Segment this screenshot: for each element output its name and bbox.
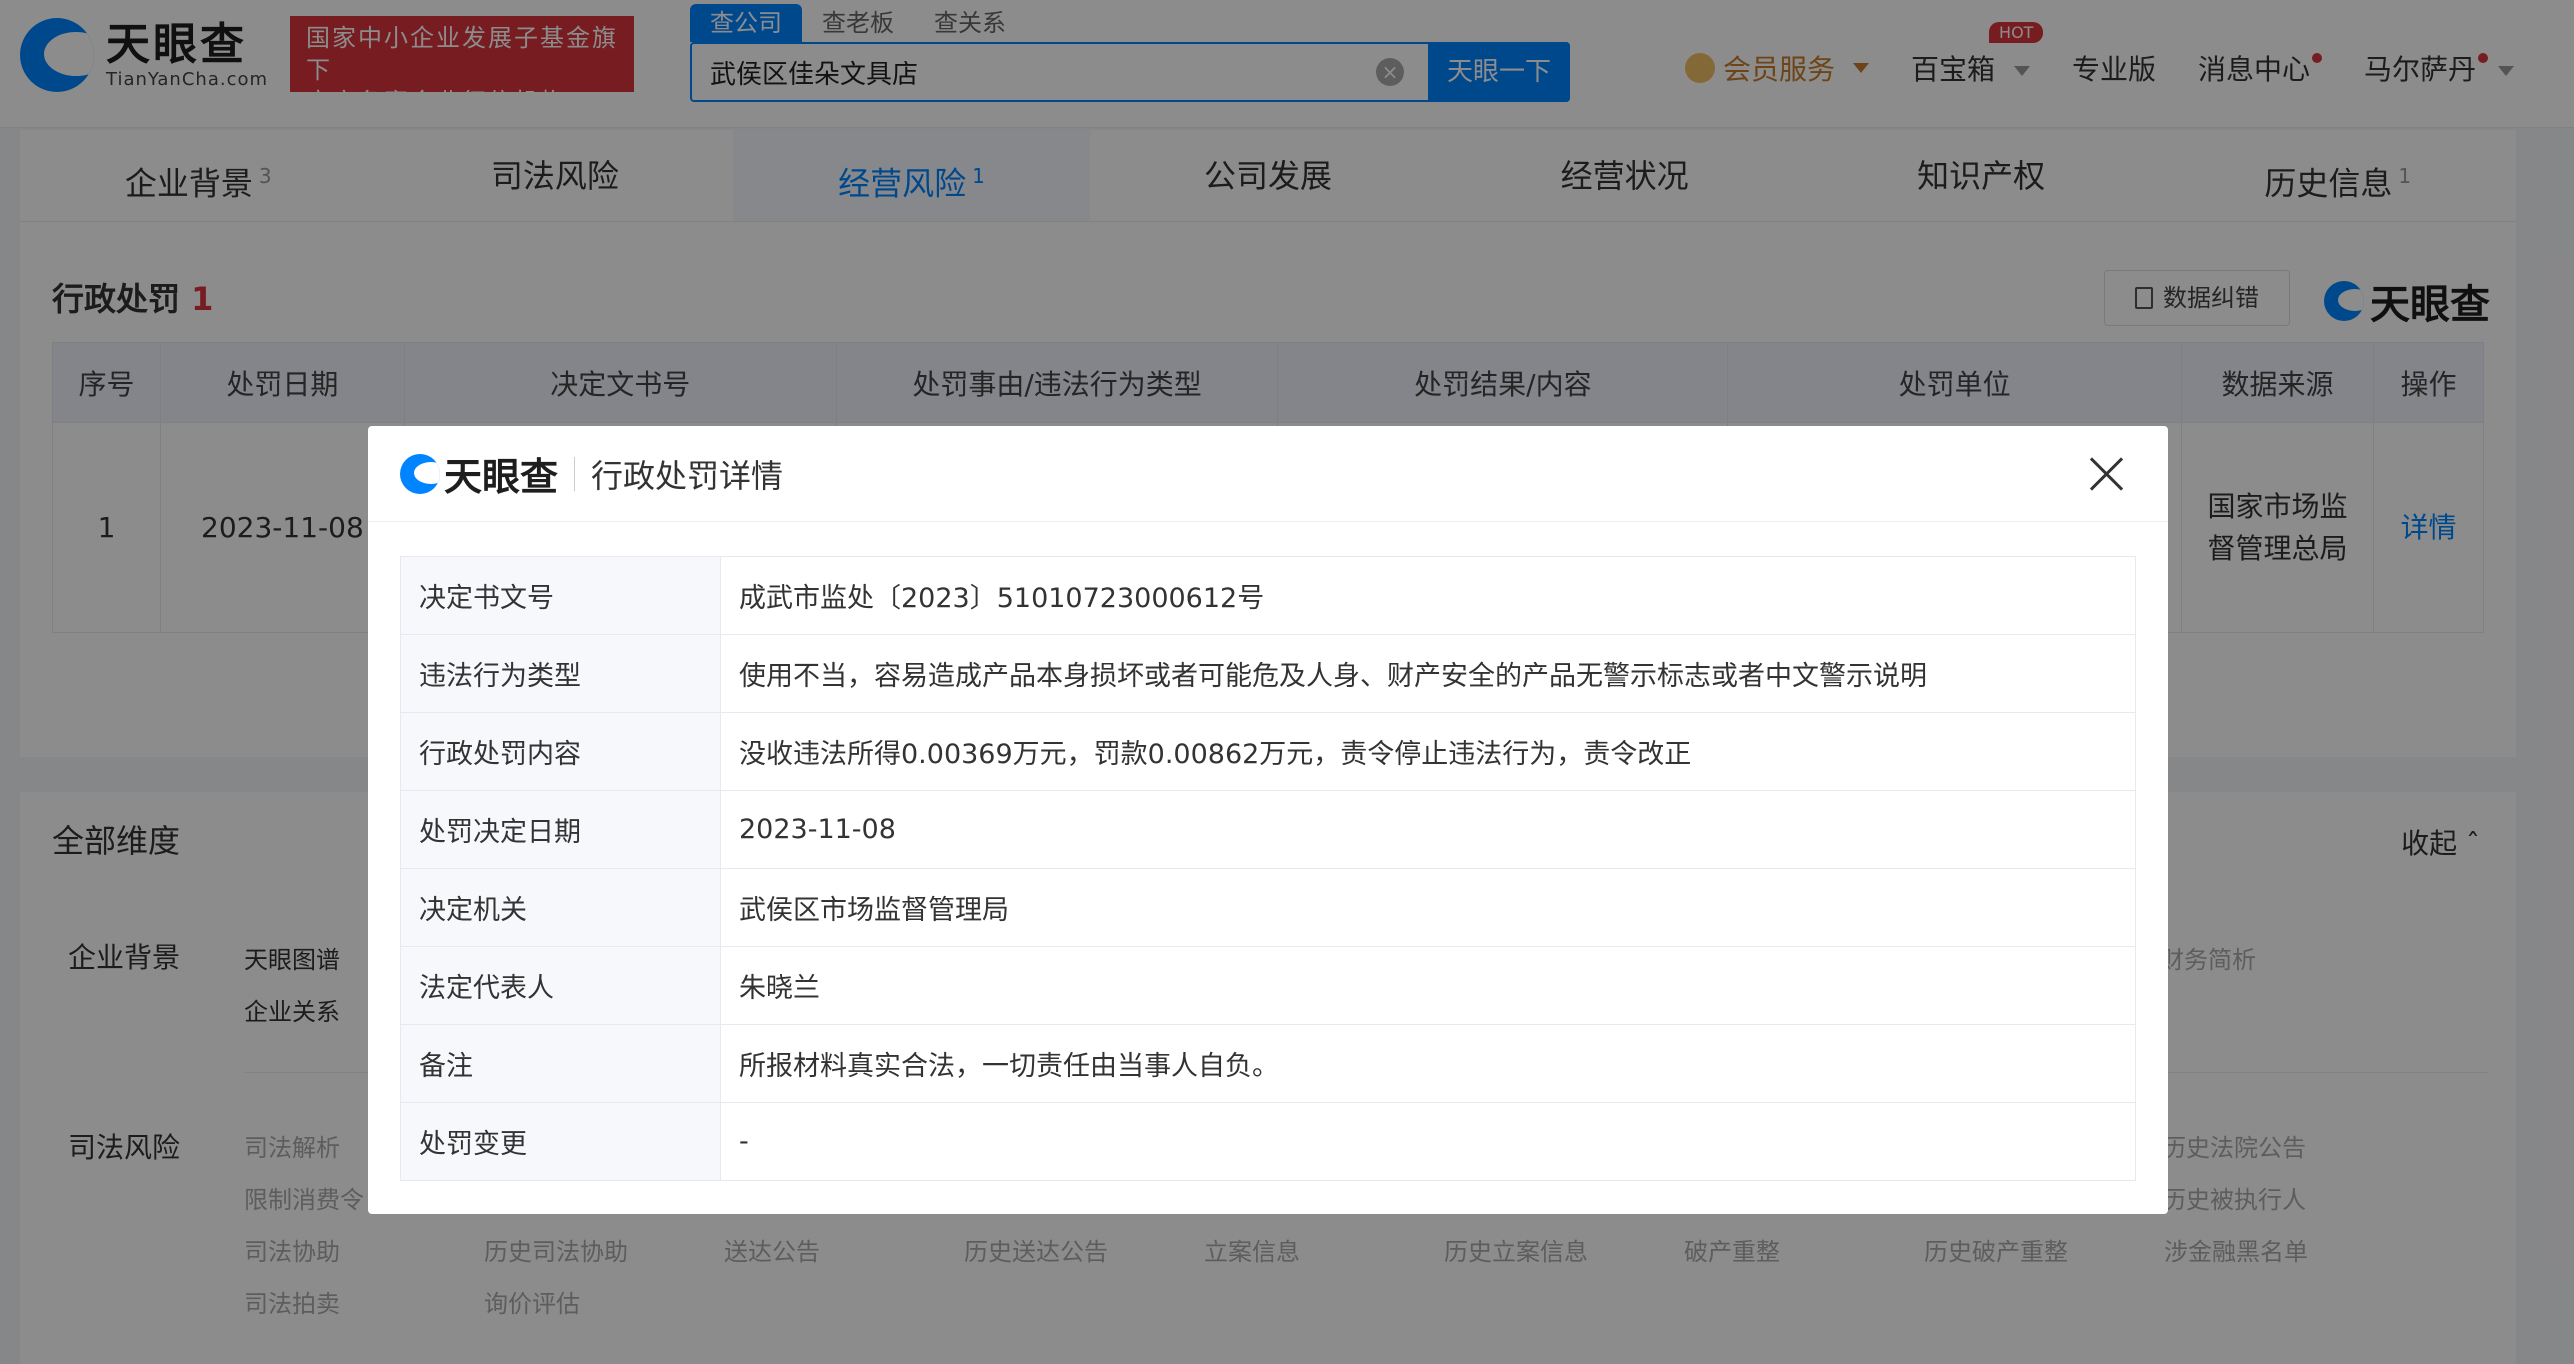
modal-title: 行政处罚详情: [591, 456, 784, 495]
divider: [574, 456, 576, 491]
field-value: 没收违法所得0.00369万元，罚款0.00862万元，责令停止违法行为，责令改…: [720, 712, 2136, 791]
table-row: 决定机关 武侯区市场监督管理局: [400, 868, 2136, 947]
field-label: 违法行为类型: [400, 634, 721, 713]
field-value: 所报材料真实合法，一切责任由当事人自负。: [720, 1024, 2136, 1103]
modal-logo-text: 天眼查: [444, 455, 559, 499]
field-label: 法定代表人: [400, 946, 721, 1025]
field-label: 处罚变更: [400, 1102, 721, 1181]
table-row: 违法行为类型 使用不当，容易造成产品本身损坏或者可能危及人身、财产安全的产品无警示…: [400, 634, 2136, 713]
table-row: 备注 所报材料真实合法，一切责任由当事人自负。: [400, 1024, 2136, 1103]
field-label: 处罚决定日期: [400, 790, 721, 869]
field-label: 备注: [400, 1024, 721, 1103]
field-value: 2023-11-08: [720, 790, 2136, 869]
field-label: 行政处罚内容: [400, 712, 721, 791]
field-value: 使用不当，容易造成产品本身损坏或者可能危及人身、财产安全的产品无警示标志或者中文…: [720, 634, 2136, 713]
field-label: 决定机关: [400, 868, 721, 947]
penalty-detail-modal: 天眼查 行政处罚详情 决定书文号 成武市监处〔2023〕5101072300061…: [368, 426, 2168, 1214]
modal-logo: 天眼查: [400, 446, 558, 501]
modal-header: 天眼查 行政处罚详情: [368, 426, 2168, 522]
field-value: 成武市监处〔2023〕51010723000612号: [720, 556, 2136, 635]
table-row: 处罚变更 -: [400, 1102, 2136, 1181]
field-value: -: [720, 1102, 2136, 1181]
table-row: 决定书文号 成武市监处〔2023〕51010723000612号: [400, 556, 2136, 635]
table-row: 处罚决定日期 2023-11-08: [400, 790, 2136, 869]
field-value: 武侯区市场监督管理局: [720, 868, 2136, 947]
table-row: 法定代表人 朱晓兰: [400, 946, 2136, 1025]
field-value: 朱晓兰: [720, 946, 2136, 1025]
field-label: 决定书文号: [400, 556, 721, 635]
detail-table: 决定书文号 成武市监处〔2023〕51010723000612号 违法行为类型 使用…: [400, 556, 2136, 1181]
table-row: 行政处罚内容 没收违法所得0.00369万元，罚款0.00862万元，责令停止违法…: [400, 712, 2136, 791]
close-icon[interactable]: [2088, 456, 2124, 492]
logo-mark-icon: [400, 453, 440, 494]
